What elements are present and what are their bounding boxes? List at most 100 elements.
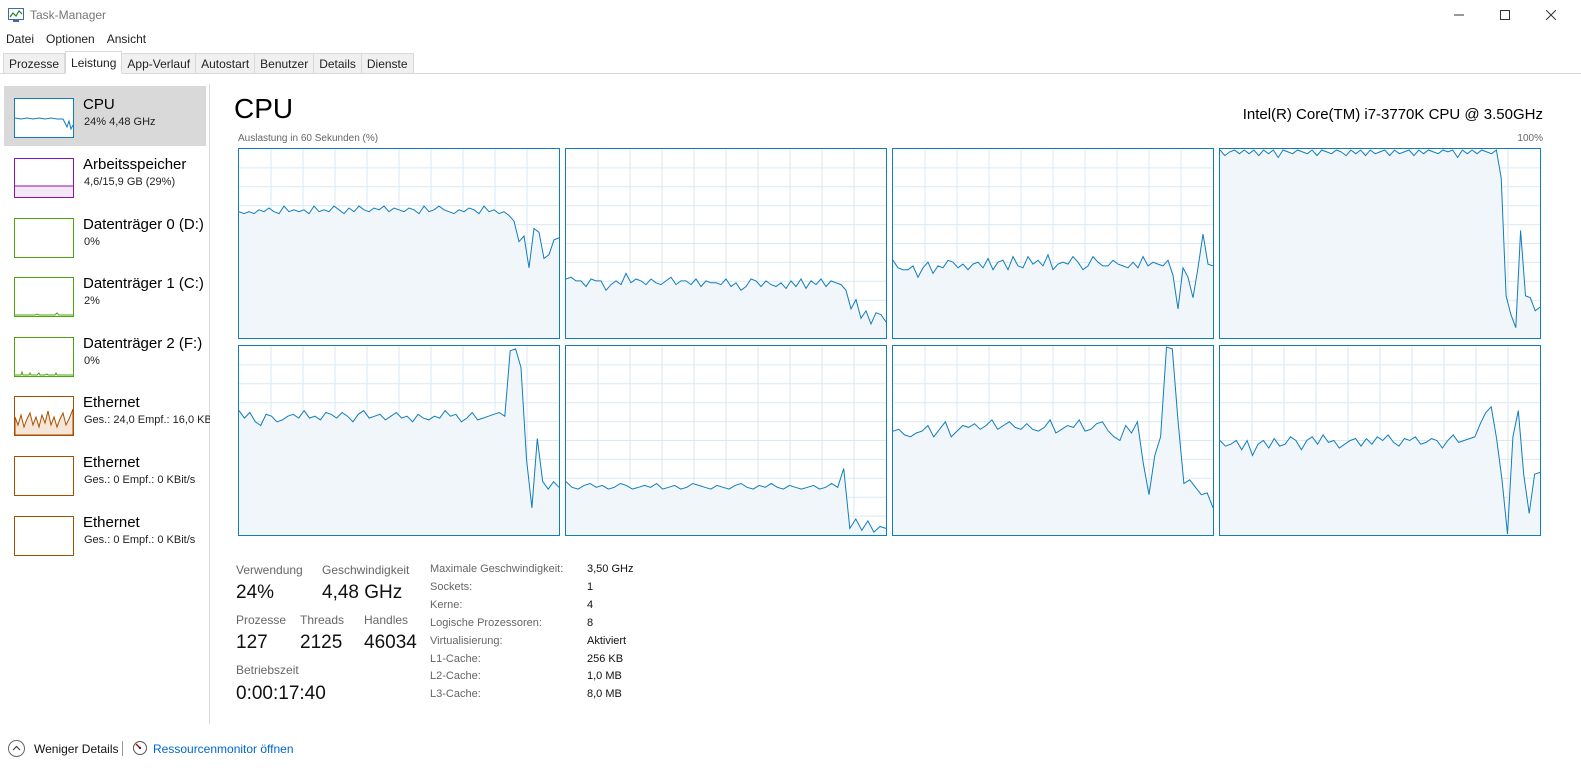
cpu-thumbnail-graph [14,98,74,138]
cpu-core-chart [1220,346,1540,535]
sidebar-item-ethernet-3[interactable]: Ethernet Ges.: 0 Empf.: 0 KBit/s [4,504,206,564]
maximize-button[interactable] [1482,0,1528,30]
cpu-core-graphs [238,148,1542,537]
sidebar-item-sub: Ges.: 0 Empf.: 0 KBit/s [84,534,196,546]
cpu-core-chart [239,149,559,338]
info-value: 3,50 GHz [587,563,634,575]
tab-app-verlauf[interactable]: App-Verlauf [122,53,197,74]
cpu-core-graph-7 [1219,345,1541,536]
info-value: 1 [587,581,594,593]
tab-bar: Prozesse Leistung App-Verlauf Autostart … [3,51,414,74]
chevron-up-icon[interactable] [8,740,25,757]
cpu-core-graph-6 [892,345,1214,536]
sidebar-item-disk-2[interactable]: Datenträger 2 (F:) 0% [4,325,206,385]
window-title: Task-Manager [30,8,107,22]
sidebar-item-cpu[interactable]: CPU 24% 4,48 GHz [4,86,206,146]
disk-thumbnail-graph [14,337,74,377]
usage-label: Verwendung [236,563,303,577]
performance-sidebar: CPU 24% 4,48 GHz Arbeitsspeicher 4,6/15,… [0,84,210,724]
sidebar-item-name: Datenträger 0 (D:) [83,216,204,233]
tab-benutzer[interactable]: Benutzer [255,53,315,74]
page-title: CPU [234,93,294,124]
tab-dienste[interactable]: Dienste [361,53,414,74]
graph-label: Auslastung in 60 Sekunden (%) [238,133,379,144]
info-label: L2-Cache: [430,670,481,682]
cpu-core-graph-4 [238,345,560,536]
ethernet-thumbnail-graph [14,516,74,556]
handles-value: 46034 [364,632,417,653]
cpu-core-chart [893,346,1213,535]
task-manager-icon [8,8,24,22]
sidebar-item-name: Datenträger 2 (F:) [83,335,203,352]
resource-monitor-link[interactable]: Ressourcenmonitor öffnen [153,742,294,756]
menu-ansicht[interactable]: Ansicht [101,30,152,50]
speed-label: Geschwindigkeit [322,563,410,577]
sidebar-item-name: Arbeitsspeicher [83,156,187,173]
info-value: 8,0 MB [587,688,622,700]
title-bar: Task-Manager [0,0,1581,30]
cpu-core-chart [893,149,1213,338]
sidebar-item-sub: 2% [84,295,100,307]
sidebar-item-disk-1[interactable]: Datenträger 1 (C:) 2% [4,265,206,325]
uptime-label: Betriebszeit [236,663,299,677]
cpu-core-chart [239,346,559,535]
sidebar-item-sub: 0% [84,355,100,367]
info-label: Kerne: [430,599,463,611]
sidebar-item-sub: 0% [84,236,100,248]
footer-divider [122,741,123,756]
memory-thumbnail-graph [14,158,74,198]
minimize-button[interactable] [1436,0,1482,30]
sidebar-item-sub: Ges.: 0 Empf.: 0 KBit/s [84,474,196,486]
processes-value: 127 [236,632,268,653]
usage-value: 24% [236,582,275,603]
close-button[interactable] [1528,0,1574,30]
tab-prozesse[interactable]: Prozesse [3,53,66,74]
sidebar-item-name: Datenträger 1 (C:) [83,275,204,292]
sidebar-item-name: Ethernet [83,394,140,411]
info-label: Sockets: [430,581,473,593]
handles-label: Handles [364,613,409,627]
sidebar-item-sub: 4,6/15,9 GB (29%) [84,176,176,188]
info-label: L1-Cache: [430,653,481,665]
menu-datei[interactable]: Datei [0,30,40,50]
sidebar-item-ethernet-2[interactable]: Ethernet Ges.: 0 Empf.: 0 KBit/s [4,444,206,504]
info-value: 1,0 MB [587,670,622,682]
sidebar-item-name: Ethernet [83,514,140,531]
info-label: L3-Cache: [430,688,481,700]
footer-bar: Weniger Details Ressourcenmonitor öffnen [0,738,1581,760]
graph-max-label: 100% [1517,133,1543,144]
tab-leistung[interactable]: Leistung [65,51,123,74]
fewer-details-button[interactable]: Weniger Details [34,742,118,756]
sidebar-item-sub: 24% 4,48 GHz [84,116,156,128]
resource-monitor-icon [133,741,147,755]
minimize-icon [1454,14,1464,16]
info-label: Maximale Geschwindigkeit: [430,563,564,575]
tab-details[interactable]: Details [314,53,362,74]
cpu-core-graph-3 [1219,148,1541,339]
ethernet-thumbnail-graph [14,456,74,496]
sidebar-item-name: CPU [83,96,115,113]
tab-autostart[interactable]: Autostart [196,53,256,74]
disk-thumbnail-graph [14,218,74,258]
close-icon [1546,10,1556,20]
core-usage-area [239,206,559,338]
cpu-core-graph-5 [565,345,887,536]
cpu-core-graph-1 [565,148,887,339]
info-value: 4 [587,599,594,611]
processes-label: Prozesse [236,613,287,627]
menu-optionen[interactable]: Optionen [40,30,101,50]
ethernet-thumbnail-graph [14,396,74,436]
threads-label: Threads [300,613,345,627]
sidebar-item-ethernet-1[interactable]: Ethernet Ges.: 24,0 Empf.: 16,0 KBit/s [4,384,210,444]
cpu-model-name: Intel(R) Core(TM) i7-3770K CPU @ 3.50GHz [1242,106,1543,123]
maximize-icon [1500,10,1510,20]
threads-value: 2125 [300,632,343,653]
sidebar-item-sub: Ges.: 24,0 Empf.: 16,0 KBit/s [84,414,210,426]
cpu-core-graph-2 [892,148,1214,339]
info-label: Logische Prozessoren: [430,617,542,629]
info-value: Aktiviert [587,635,627,647]
sidebar-item-memory[interactable]: Arbeitsspeicher 4,6/15,9 GB (29%) [4,146,206,206]
sidebar-item-name: Ethernet [83,454,140,471]
sidebar-item-disk-0[interactable]: Datenträger 0 (D:) 0% [4,206,206,266]
speed-value: 4,48 GHz [322,582,403,603]
